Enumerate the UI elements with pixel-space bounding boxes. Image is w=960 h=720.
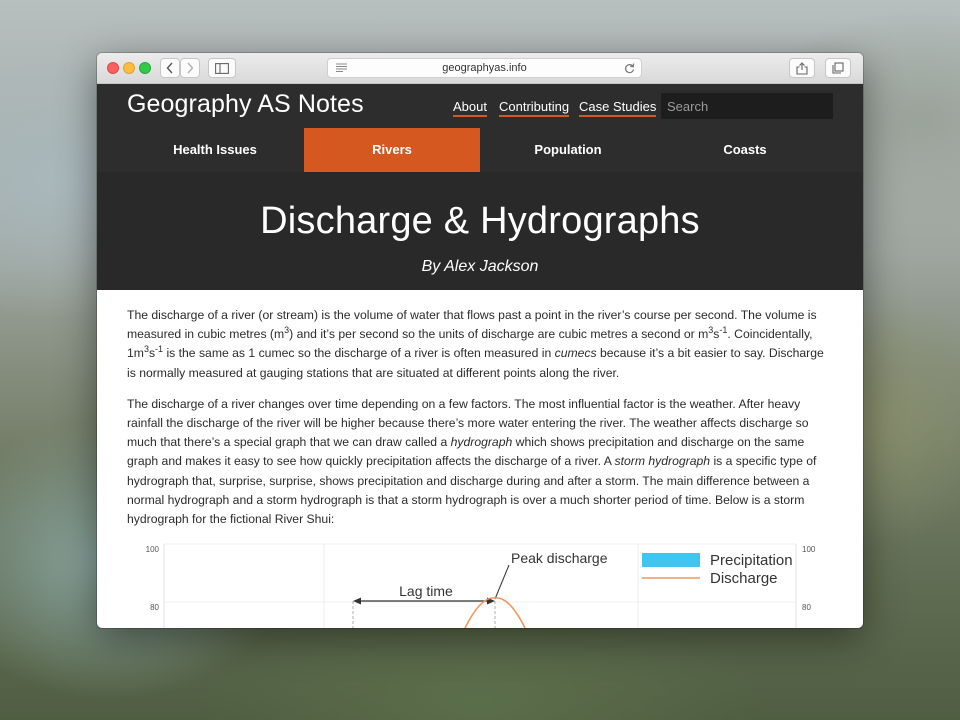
article-body: The discharge of a river (or stream) is …	[127, 306, 833, 541]
sidebar-button[interactable]	[208, 58, 236, 78]
legend-label-precipitation: Precipitation	[710, 552, 793, 569]
legend-label-discharge: Discharge	[710, 570, 778, 587]
site-logo[interactable]: Geography AS Notes	[127, 90, 364, 119]
main-nav: Health Issues Rivers Population Coasts	[97, 128, 863, 172]
legend-swatch-precipitation	[642, 553, 700, 567]
back-icon	[166, 62, 173, 74]
article-hero: Discharge & Hydrographs By Alex Jackson	[97, 172, 863, 290]
article-title: Discharge & Hydrographs	[260, 200, 700, 242]
lag-arrow-left-head	[353, 597, 361, 605]
y-tick-left-100: 100	[146, 545, 160, 554]
storm-hydrograph-chart: 100 80 100 80 Lag time Peak discharge Pr…	[97, 541, 863, 628]
article-author: By Alex Jackson	[421, 258, 539, 275]
nav-health-issues[interactable]: Health Issues	[127, 128, 303, 172]
hydrograph-svg: 100 80 100 80 Lag time Peak discharge Pr…	[146, 543, 816, 628]
sidebar-icon	[215, 62, 229, 74]
nav-rivers[interactable]: Rivers	[304, 128, 480, 172]
share-button[interactable]	[789, 58, 815, 78]
reader-icon[interactable]	[336, 63, 347, 75]
paragraph-discharge: The discharge of a river (or stream) is …	[127, 308, 824, 380]
search-input[interactable]	[661, 93, 833, 119]
case-studies-link[interactable]: Case Studies	[579, 99, 657, 117]
back-button[interactable]	[160, 58, 180, 78]
browser-window: geographyas.info Geography AS Notes Abou…	[97, 53, 863, 628]
y-tick-right-100: 100	[802, 545, 816, 554]
forward-button[interactable]	[180, 58, 200, 78]
lag-time-label: Lag time	[399, 583, 453, 599]
y-tick-left-80: 80	[150, 603, 159, 612]
tabs-icon	[832, 62, 844, 74]
forward-icon	[187, 62, 194, 74]
url-text: geographyas.info	[442, 62, 527, 74]
tabs-button[interactable]	[825, 58, 851, 78]
zoom-window-button[interactable]	[139, 62, 151, 74]
about-link[interactable]: About	[453, 99, 487, 117]
paragraph-hydrograph: The discharge of a river changes over ti…	[127, 396, 817, 527]
y-tick-right-80: 80	[802, 603, 811, 612]
address-bar[interactable]: geographyas.info	[327, 58, 642, 78]
minimize-window-button[interactable]	[123, 62, 135, 74]
browser-toolbar: geographyas.info	[97, 53, 863, 84]
close-window-button[interactable]	[107, 62, 119, 74]
contributing-link[interactable]: Contributing	[499, 99, 570, 117]
site-header: Geography AS Notes About Contributing Ca…	[97, 84, 863, 128]
peak-pointer-line	[494, 564, 510, 600]
nav-population[interactable]: Population	[480, 128, 656, 172]
share-icon	[796, 61, 808, 75]
nav-coasts[interactable]: Coasts	[657, 128, 833, 172]
reload-icon[interactable]	[624, 59, 635, 79]
peak-discharge-label: Peak discharge	[511, 550, 608, 566]
